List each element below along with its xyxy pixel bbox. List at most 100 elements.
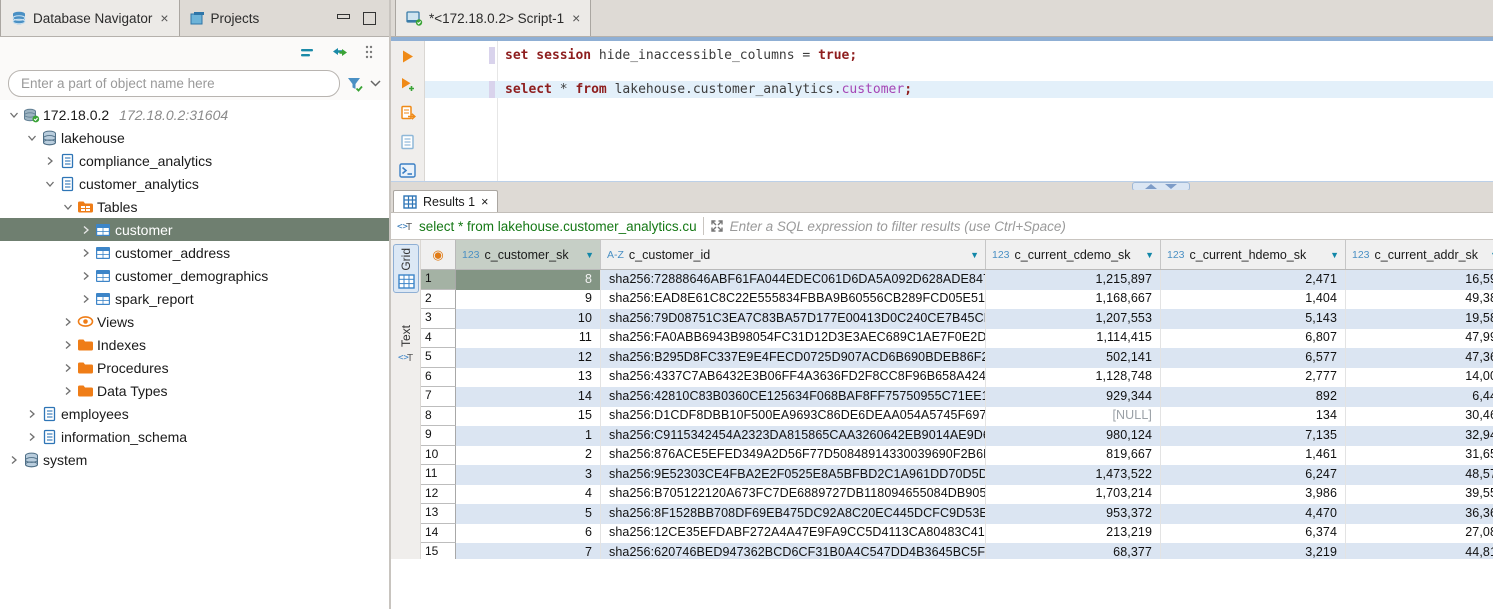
- column-menu-icon[interactable]: ▼: [970, 250, 979, 260]
- cell-c_customer_id[interactable]: sha256:12CE35EFDABF272A4A47E9FA9CC5D4113…: [601, 524, 986, 544]
- cell-c_current_cdemo_sk[interactable]: 1,207,553: [986, 309, 1161, 329]
- cell-c_customer_id[interactable]: sha256:B295D8FC337E9E4FECD0725D907ACD6B6…: [601, 348, 986, 368]
- cell-c_current_addr_sk[interactable]: 49,38: [1346, 290, 1493, 310]
- cell-c_current_addr_sk[interactable]: 30,46: [1346, 407, 1493, 427]
- cell-c_current_cdemo_sk[interactable]: 980,124: [986, 426, 1161, 446]
- cell-c_customer_sk[interactable]: 7: [456, 543, 601, 559]
- cell-c_current_hdemo_sk[interactable]: 2,777: [1161, 368, 1346, 388]
- chevron-right-icon[interactable]: [24, 409, 40, 419]
- chevron-down-icon[interactable]: [6, 110, 22, 120]
- cell-c_current_cdemo_sk[interactable]: 929,344: [986, 387, 1161, 407]
- cell-c_current_addr_sk[interactable]: 47,99: [1346, 329, 1493, 349]
- link-with-editor-icon[interactable]: [331, 45, 349, 59]
- cell-c_customer_sk[interactable]: 4: [456, 485, 601, 505]
- row-number[interactable]: 1: [421, 270, 456, 290]
- row-number[interactable]: 2: [421, 290, 456, 310]
- cell-c_current_cdemo_sk[interactable]: 1,114,415: [986, 329, 1161, 349]
- tree-item-spark-report[interactable]: spark_report: [0, 287, 389, 310]
- row-number[interactable]: 11: [421, 465, 456, 485]
- chevron-down-icon[interactable]: [24, 133, 40, 143]
- cell-c_current_hdemo_sk[interactable]: 6,807: [1161, 329, 1346, 349]
- row-number[interactable]: 5: [421, 348, 456, 368]
- cell-c_customer_id[interactable]: sha256:EAD8E61C8C22E555834FBBA9B60556CB2…: [601, 290, 986, 310]
- cell-c_current_addr_sk[interactable]: 36,36: [1346, 504, 1493, 524]
- chevron-right-icon[interactable]: [42, 156, 58, 166]
- view-menu-icon[interactable]: [365, 45, 373, 59]
- cell-c_current_addr_sk[interactable]: 39,55: [1346, 485, 1493, 505]
- cell-c_current_addr_sk[interactable]: 19,58: [1346, 309, 1493, 329]
- cell-c_current_addr_sk[interactable]: 48,57: [1346, 465, 1493, 485]
- cell-c_customer_id[interactable]: sha256:620746BED947362BCD6CF31B0A4C547DD…: [601, 543, 986, 559]
- cell-c_current_hdemo_sk[interactable]: 1,404: [1161, 290, 1346, 310]
- column-header-c_current_hdemo_sk[interactable]: 123c_current_hdemo_sk▼: [1161, 240, 1346, 269]
- minimize-icon[interactable]: [337, 12, 349, 24]
- cell-c_current_addr_sk[interactable]: 31,65: [1346, 446, 1493, 466]
- cell-c_customer_id[interactable]: sha256:42810C83B0360CE125634F068BAF8FF75…: [601, 387, 986, 407]
- presentation-tab-text[interactable]: Text<>T: [393, 322, 419, 366]
- row-number[interactable]: 4: [421, 329, 456, 349]
- chevron-down-icon[interactable]: [60, 202, 76, 212]
- cell-c_customer_sk[interactable]: 8: [456, 270, 601, 290]
- data-grid[interactable]: ◉123c_customer_sk▼A-Zc_customer_id▼123c_…: [421, 240, 1493, 559]
- cell-c_current_addr_sk[interactable]: 14,00: [1346, 368, 1493, 388]
- cell-c_current_hdemo_sk[interactable]: 6,374: [1161, 524, 1346, 544]
- cell-c_customer_id[interactable]: sha256:79D08751C3EA7C83BA57D177E00413D0C…: [601, 309, 986, 329]
- cell-c_current_cdemo_sk[interactable]: 502,141: [986, 348, 1161, 368]
- results-filter-bar[interactable]: <>T select * from lakehouse.customer_ana…: [391, 213, 1493, 240]
- cell-c_customer_sk[interactable]: 10: [456, 309, 601, 329]
- cell-c_customer_id[interactable]: sha256:B705122120A673FC7DE6889727DB11809…: [601, 485, 986, 505]
- cell-c_current_addr_sk[interactable]: 47,36: [1346, 348, 1493, 368]
- cell-c_customer_id[interactable]: sha256:4337C7AB6432E3B06FF4A3636FD2F8CC8…: [601, 368, 986, 388]
- expand-filter-icon[interactable]: [710, 219, 724, 233]
- cell-c_current_hdemo_sk[interactable]: 892: [1161, 387, 1346, 407]
- chevron-right-icon[interactable]: [78, 248, 94, 258]
- grid-corner-cell[interactable]: ◉: [421, 240, 456, 269]
- cell-c_customer_sk[interactable]: 3: [456, 465, 601, 485]
- cell-c_customer_id[interactable]: sha256:C9115342454A2323DA815865CAA326064…: [601, 426, 986, 446]
- cell-c_current_cdemo_sk[interactable]: 1,215,897: [986, 270, 1161, 290]
- collapse-all-icon[interactable]: [300, 46, 315, 59]
- cell-c_current_addr_sk[interactable]: 44,81: [1346, 543, 1493, 559]
- maximize-icon[interactable]: [363, 12, 375, 24]
- cell-c_current_hdemo_sk[interactable]: 3,986: [1161, 485, 1346, 505]
- cell-c_current_addr_sk[interactable]: 6,44: [1346, 387, 1493, 407]
- chevron-right-icon[interactable]: [60, 386, 76, 396]
- execute-new-tab-icon[interactable]: [400, 77, 416, 92]
- cell-c_customer_id[interactable]: sha256:D1CDF8DBB10F500EA9693C86DE6DEAA05…: [601, 407, 986, 427]
- cell-c_current_cdemo_sk[interactable]: 213,219: [986, 524, 1161, 544]
- collapse-down-icon[interactable]: [1165, 184, 1177, 189]
- cell-c_customer_sk[interactable]: 2: [456, 446, 601, 466]
- execute-script-icon[interactable]: [400, 105, 416, 121]
- cell-c_current_cdemo_sk[interactable]: 1,703,214: [986, 485, 1161, 505]
- column-header-c_current_addr_sk[interactable]: 123c_current_addr_sk▼: [1346, 240, 1493, 269]
- cell-c_current_cdemo_sk[interactable]: 953,372: [986, 504, 1161, 524]
- chevron-right-icon[interactable]: [60, 363, 76, 373]
- cell-c_customer_id[interactable]: sha256:72888646ABF61FA044EDEC061D6DA5A09…: [601, 270, 986, 290]
- column-menu-icon[interactable]: ▼: [1330, 250, 1339, 260]
- column-header-c_customer_sk[interactable]: 123c_customer_sk▼: [456, 240, 601, 269]
- chevron-right-icon[interactable]: [78, 271, 94, 281]
- execute-statement-icon[interactable]: [401, 49, 415, 64]
- cell-c_customer_id[interactable]: sha256:876ACE5EFED349A2D56F77D5084891433…: [601, 446, 986, 466]
- cell-c_customer_sk[interactable]: 11: [456, 329, 601, 349]
- tree-item-customer-demographics[interactable]: customer_demographics: [0, 264, 389, 287]
- tree-item-indexes[interactable]: Indexes: [0, 333, 389, 356]
- tree-item-data-types[interactable]: Data Types: [0, 379, 389, 402]
- tree-item-system[interactable]: system: [0, 448, 389, 471]
- cell-c_current_hdemo_sk[interactable]: 5,143: [1161, 309, 1346, 329]
- row-number[interactable]: 6: [421, 368, 456, 388]
- presentation-tab-grid[interactable]: Grid: [393, 244, 419, 293]
- row-number[interactable]: 14: [421, 524, 456, 544]
- chevron-right-icon[interactable]: [60, 317, 76, 327]
- cell-c_current_addr_sk[interactable]: 27,08: [1346, 524, 1493, 544]
- chevron-right-icon[interactable]: [78, 294, 94, 304]
- row-number[interactable]: 12: [421, 485, 456, 505]
- cell-c_current_hdemo_sk[interactable]: 7,135: [1161, 426, 1346, 446]
- chevron-right-icon[interactable]: [6, 455, 22, 465]
- cell-c_current_cdemo_sk[interactable]: 68,377: [986, 543, 1161, 559]
- cell-c_customer_id[interactable]: sha256:9E52303CE4FBA2E2F0525E8A5BFBD2C1A…: [601, 465, 986, 485]
- cell-c_customer_sk[interactable]: 1: [456, 426, 601, 446]
- editor-results-splitter[interactable]: [391, 181, 1493, 190]
- row-number[interactable]: 8: [421, 407, 456, 427]
- tab-sql-script[interactable]: *<172.18.0.2> Script-1 ×: [395, 0, 591, 36]
